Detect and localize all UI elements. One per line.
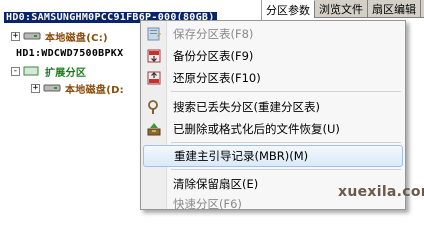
tree-row-local-disk-c[interactable]: + 本地磁盘(C:) bbox=[11, 27, 108, 45]
disk-icon bbox=[43, 84, 61, 92]
partition-icon bbox=[23, 66, 39, 76]
menu-separator bbox=[171, 91, 401, 92]
menu-item-search-lost-partitions[interactable]: 搜索已丢失分区(重建分区表) bbox=[143, 96, 403, 118]
hd1-label: HD1:WDCWD7500BPKX bbox=[16, 47, 124, 59]
menu-item-label: 重建主引导记录(MBR)(M) bbox=[174, 149, 309, 163]
watermark: xuexila.com bbox=[338, 184, 424, 200]
tab-sector-edit[interactable]: 扇区编辑 bbox=[368, 0, 421, 18]
tab-partition-params[interactable]: 分区参数 bbox=[262, 0, 315, 18]
menu-item-rebuild-mbr[interactable]: 重建主引导记录(MBR)(M) bbox=[143, 145, 403, 167]
expand-icon[interactable]: + bbox=[31, 83, 40, 93]
local-disk-c-label: 本地磁盘(C:) bbox=[45, 32, 108, 44]
backup-table-icon bbox=[147, 49, 161, 63]
tree-row-local-disk-d[interactable]: + 本地磁盘(D: bbox=[31, 79, 124, 97]
expand-icon[interactable]: + bbox=[11, 31, 20, 41]
recover-files-icon bbox=[147, 123, 161, 136]
tab-browse-files[interactable]: 浏览文件 bbox=[315, 0, 368, 18]
extended-partition-label: 扩展分区 bbox=[45, 67, 87, 79]
menu-separator bbox=[171, 142, 401, 143]
menu-item-label: 清除保留扇区(E) bbox=[173, 177, 259, 191]
menu-item-label: 保存分区表(F8) bbox=[173, 27, 254, 41]
menu-item-backup-table[interactable]: 备份分区表(F9) bbox=[143, 45, 403, 67]
menu-item-recover-files[interactable]: 已删除或格式化后的文件恢复(U) bbox=[143, 118, 403, 140]
disk-icon bbox=[23, 32, 41, 40]
menu-item-label: 还原分区表(F10) bbox=[173, 71, 261, 85]
collapse-icon[interactable]: - bbox=[11, 66, 20, 76]
menu-item-label: 快速分区(F6) bbox=[173, 197, 242, 211]
menu-item-label: 已删除或格式化后的文件恢复(U) bbox=[173, 122, 340, 136]
local-disk-d-label: 本地磁盘(D: bbox=[65, 84, 124, 96]
tree-row-extended-partition[interactable]: - 扩展分区 bbox=[11, 62, 86, 80]
menu-item-label: 备份分区表(F9) bbox=[173, 49, 254, 63]
restore-table-icon bbox=[147, 71, 161, 85]
save-table-icon bbox=[147, 27, 161, 41]
menu-separator bbox=[171, 169, 401, 170]
context-menu: 保存分区表(F8) 备份分区表(F9) 还原分区表(F10) 搜索已丢失分区(重… bbox=[140, 20, 406, 211]
search-icon bbox=[148, 100, 158, 114]
menu-item-restore-table[interactable]: 还原分区表(F10) bbox=[143, 67, 403, 89]
menu-item-save-table[interactable]: 保存分区表(F8) bbox=[143, 23, 403, 45]
menu-item-label: 搜索已丢失分区(重建分区表) bbox=[173, 100, 320, 114]
tab-strip: 分区参数 浏览文件 扇区编辑 bbox=[262, 0, 424, 18]
tree-row-hd1[interactable]: HD1:WDCWD7500BPKX bbox=[4, 44, 123, 62]
